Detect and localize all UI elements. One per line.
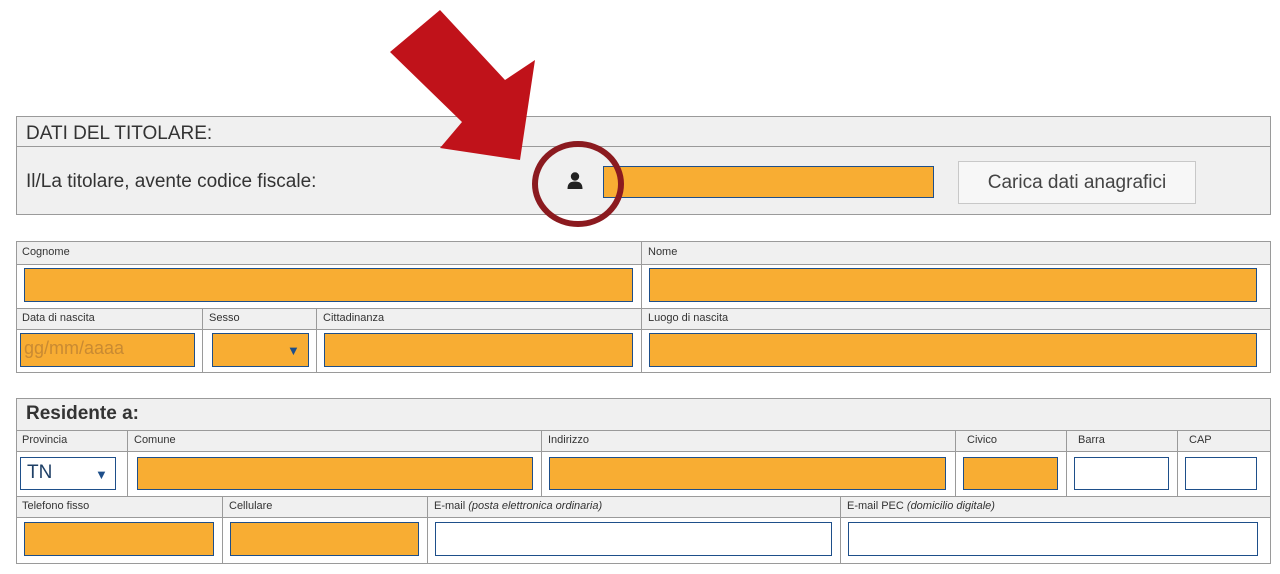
comune-input[interactable] (137, 457, 533, 490)
col-divider (316, 308, 317, 373)
col-divider (541, 430, 542, 496)
sesso-label: Sesso (209, 312, 240, 324)
pec-label-note: (domicilio digitale) (906, 500, 995, 512)
luogo-nascita-label: Luogo di nascita (648, 312, 729, 324)
residenza-title: Residente a: (26, 403, 139, 424)
col-divider (1066, 430, 1067, 496)
residenza-header (17, 399, 1270, 430)
provincia-value: TN (27, 462, 53, 483)
telefono-label: Telefono fisso (22, 500, 90, 512)
nome-input[interactable] (649, 268, 1257, 302)
cap-label: CAP (1189, 434, 1212, 446)
luogo-nascita-input[interactable] (649, 333, 1257, 367)
residenza-label-row-2 (17, 497, 1270, 517)
provincia-label: Provincia (22, 434, 68, 446)
email-label-text: E-mail (434, 500, 466, 512)
barra-input[interactable] (1074, 457, 1169, 490)
civico-input[interactable] (963, 457, 1058, 490)
titolare-title: DATI DEL TITOLARE: (26, 123, 213, 144)
cittadinanza-label: Cittadinanza (323, 312, 385, 324)
pec-label: E-mail PEC (domicilio digitale) (842, 497, 995, 512)
civico-label: Civico (967, 434, 997, 446)
chevron-down-icon: ▼ (287, 343, 300, 358)
row-divider (16, 329, 1271, 330)
carica-dati-button[interactable]: Carica dati anagrafici (958, 161, 1196, 204)
chevron-down-icon: ▼ (95, 467, 108, 482)
cellulare-label: Cellulare (229, 500, 273, 512)
cognome-input[interactable] (24, 268, 633, 302)
cittadinanza-input[interactable] (324, 333, 633, 367)
sesso-select[interactable]: ▼ (212, 333, 309, 367)
cognome-label: Cognome (22, 246, 70, 258)
email-label: E-mail (posta elettronica ordinaria) (429, 497, 602, 512)
cap-input[interactable] (1185, 457, 1257, 490)
pec-label-text: E-mail PEC (847, 500, 904, 512)
col-divider (840, 496, 841, 564)
comune-label: Comune (134, 434, 176, 446)
col-divider (202, 308, 203, 373)
col-divider (1177, 430, 1178, 496)
col-divider (427, 496, 428, 564)
col-divider (127, 430, 128, 496)
data-nascita-input[interactable]: gg/mm/aaaa (20, 333, 195, 367)
col-divider (641, 241, 642, 373)
indirizzo-input[interactable] (549, 457, 946, 490)
cellulare-input[interactable] (230, 522, 419, 556)
pec-input[interactable] (848, 522, 1258, 556)
row-divider (16, 451, 1271, 452)
nome-label: Nome (648, 246, 678, 258)
circle-highlight-annotation (532, 141, 624, 227)
email-input[interactable] (435, 522, 832, 556)
codice-fiscale-input[interactable] (603, 166, 934, 198)
row-divider (16, 264, 1271, 265)
data-nascita-placeholder: gg/mm/aaaa (24, 338, 125, 358)
barra-label: Barra (1078, 434, 1105, 446)
telefono-input[interactable] (24, 522, 214, 556)
col-divider (955, 430, 956, 496)
col-divider (222, 496, 223, 564)
titolare-divider (16, 146, 1271, 147)
email-label-note: (posta elettronica ordinaria) (468, 500, 603, 512)
provincia-select[interactable]: TN ▼ (20, 457, 116, 490)
row-divider (16, 517, 1271, 518)
data-nascita-label: Data di nascita (22, 312, 95, 324)
indirizzo-label: Indirizzo (548, 434, 589, 446)
codice-fiscale-label: Il/La titolare, avente codice fiscale: (26, 171, 317, 192)
